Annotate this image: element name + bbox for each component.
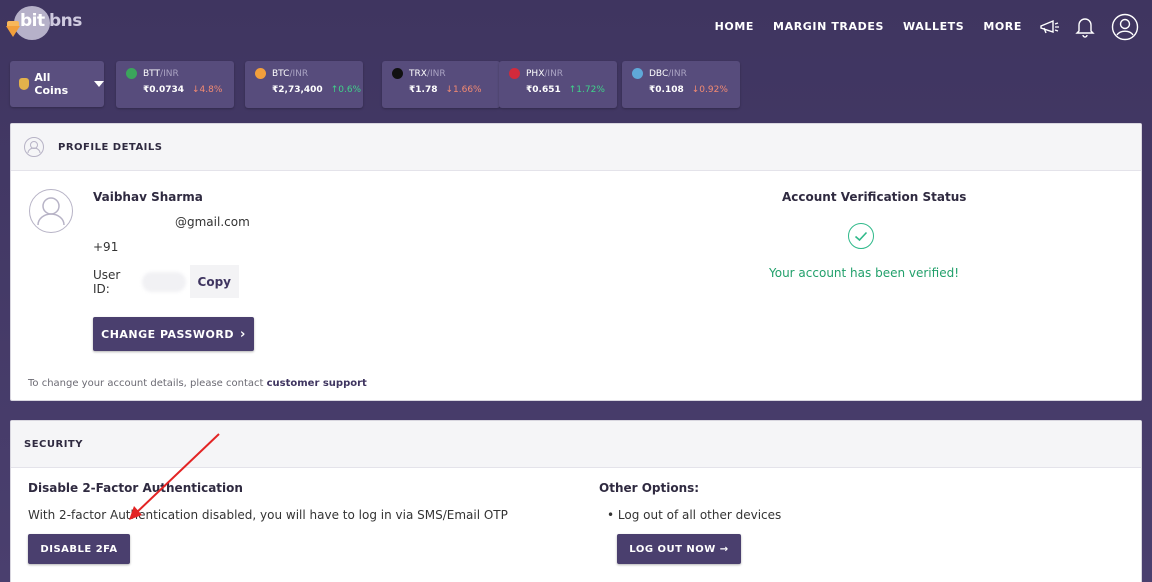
profile-card-header: PROFILE DETAILS: [11, 124, 1141, 171]
ticker-symbol: PHX: [526, 68, 545, 79]
all-coins-dropdown[interactable]: All Coins: [10, 61, 104, 107]
ticker-card-trx[interactable]: TRX / INR ₹1.78 ↓1.66%: [382, 61, 500, 108]
ticker-card-btt[interactable]: BTT / INR ₹0.0734 ↓4.8%: [116, 61, 234, 108]
disable-2fa-description: With 2-factor Authentication disabled, y…: [28, 508, 508, 522]
user-id-label: User ID:: [93, 267, 121, 296]
ticker-card-phx[interactable]: PHX / INR ₹0.651 ↑1.72%: [499, 61, 617, 108]
ticker-price: ₹0.651: [526, 85, 561, 95]
profile-card-title: PROFILE DETAILS: [58, 141, 163, 153]
ticker-card-btc[interactable]: BTC / INR ₹2,73,400 ↑0.6%: [245, 61, 363, 108]
change-password-button[interactable]: CHANGE PASSWORD ›: [93, 317, 254, 351]
megaphone-icon[interactable]: [1038, 17, 1060, 37]
verification-message: Your account has been verified!: [769, 266, 960, 280]
user-name: Vaibhav Sharma: [93, 190, 203, 204]
ticker-price: ₹0.0734: [143, 85, 184, 95]
profile-header-avatar-icon: [24, 137, 44, 157]
logo-text-bns: bns: [49, 11, 82, 31]
nav-home[interactable]: HOME: [715, 20, 754, 33]
ticker-quote: INR: [671, 68, 687, 79]
nav-more[interactable]: MORE: [983, 20, 1022, 33]
profile-details-card: PROFILE DETAILS Vaibhav Sharma @gmail.co…: [10, 123, 1142, 401]
ticker-symbol: DBC: [649, 68, 669, 79]
ticker-symbol: TRX: [409, 68, 427, 79]
dbc-coin-icon: [632, 68, 643, 79]
bitbns-logo[interactable]: bit bns: [6, 6, 96, 40]
logout-other-devices-text: • Log out of all other devices: [607, 508, 782, 522]
change-password-label: CHANGE PASSWORD: [101, 327, 234, 341]
log-out-now-button[interactable]: LOG OUT NOW →: [617, 534, 741, 564]
bell-icon[interactable]: [1075, 16, 1095, 38]
nav-wallets[interactable]: WALLETS: [903, 20, 964, 33]
ticker-quote: INR: [163, 68, 179, 79]
account-details-note: To change your account details, please c…: [28, 378, 367, 389]
other-options-title: Other Options:: [599, 481, 700, 495]
verification-status-title: Account Verification Status: [782, 190, 967, 204]
customer-support-link[interactable]: customer support: [267, 378, 367, 389]
ticker-change: ↓4.8%: [192, 85, 223, 95]
ticker-price: ₹2,73,400: [272, 85, 323, 95]
ticker-symbol: BTC: [272, 68, 290, 79]
nav-margin-trades[interactable]: MARGIN TRADES: [773, 20, 884, 33]
btt-coin-icon: [126, 68, 137, 79]
trx-coin-icon: [392, 68, 403, 79]
avatar: [29, 189, 73, 233]
logo-gem-icon: [6, 26, 20, 37]
btc-coin-icon: [255, 68, 266, 79]
chevron-right-icon: ›: [240, 326, 246, 342]
copy-user-id-button[interactable]: Copy: [189, 265, 239, 298]
ticker-change: ↑0.6%: [330, 85, 362, 95]
ticker-quote: INR: [547, 68, 564, 79]
user-email: @gmail.com: [175, 215, 250, 229]
ticker-price: ₹1.78: [409, 85, 438, 95]
annotation-arrow-icon: [129, 433, 220, 520]
note-text: To change your account details, please c…: [28, 378, 267, 389]
user-phone: +91: [93, 240, 119, 254]
ticker-change: ↓1.66%: [445, 85, 482, 95]
phx-coin-icon: [509, 68, 520, 79]
disable-2fa-button[interactable]: DISABLE 2FA: [28, 534, 130, 564]
user-icon[interactable]: [1111, 13, 1139, 41]
user-id-value-redacted: [141, 271, 186, 292]
chevron-down-icon: [94, 81, 104, 87]
ticker-symbol: BTT: [143, 68, 161, 79]
ticker-change: ↓0.92%: [691, 85, 728, 95]
ticker-price: ₹0.108: [649, 85, 684, 95]
ticker-card-dbc[interactable]: DBC / INR ₹0.108 ↓0.92%: [622, 61, 740, 108]
user-id-row: User ID: Copy: [93, 265, 239, 298]
ticker-change: ↑1.72%: [568, 85, 605, 95]
all-coins-label: All Coins: [34, 71, 69, 97]
logo-text-bit: bit: [20, 11, 45, 31]
money-bag-icon: [19, 78, 30, 90]
top-header: bit bns HOME MARGIN TRADES WALLETS MORE: [0, 0, 1152, 55]
ticker-quote: INR: [292, 68, 309, 79]
ticker-quote: INR: [429, 68, 446, 79]
verified-check-icon: [848, 223, 874, 249]
main-nav: HOME MARGIN TRADES WALLETS MORE: [696, 20, 1022, 33]
security-card-title: SECURITY: [24, 438, 83, 450]
